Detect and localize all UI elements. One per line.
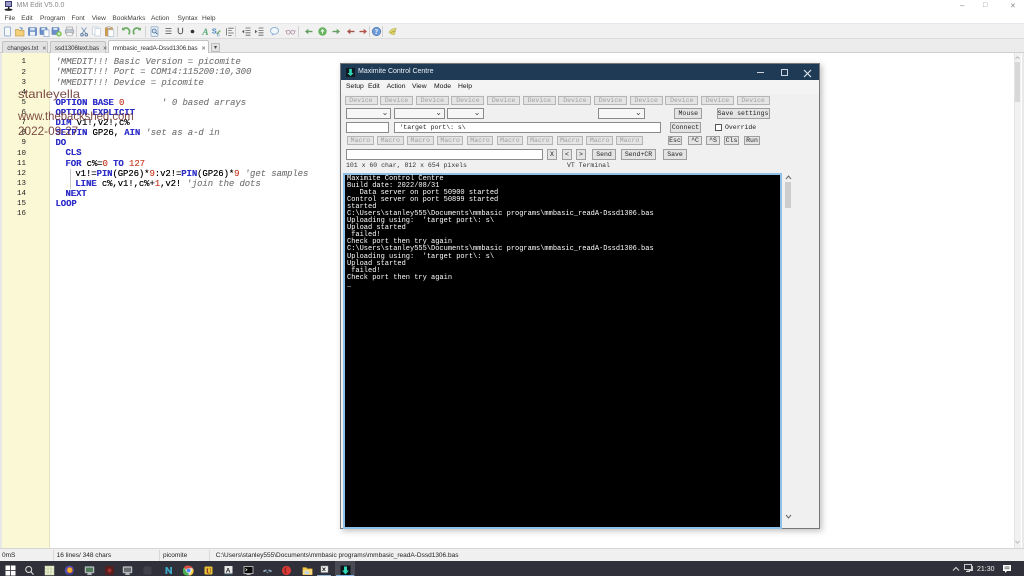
svg-text:A: A (201, 28, 208, 37)
svg-text:A: A (225, 568, 230, 575)
svg-text:n: n (216, 33, 219, 38)
svg-text:?: ? (374, 27, 378, 36)
svg-text:U: U (206, 567, 212, 576)
